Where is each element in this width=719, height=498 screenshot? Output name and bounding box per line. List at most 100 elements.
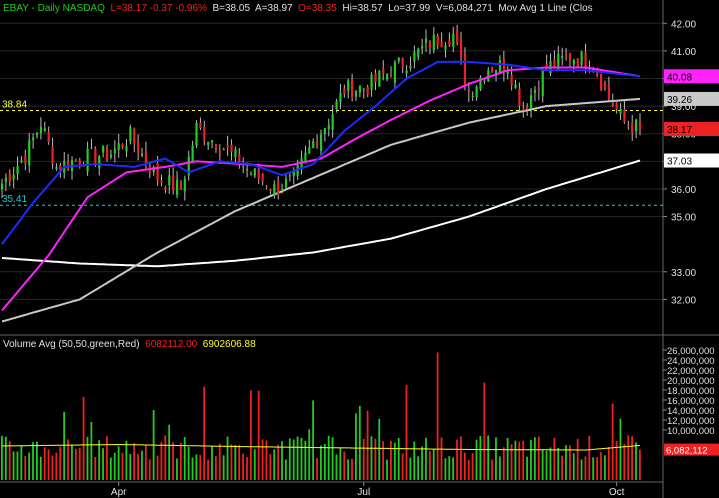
candle-up bbox=[405, 70, 408, 74]
volume-bar-down bbox=[440, 437, 443, 480]
volume-bar-down bbox=[246, 457, 248, 480]
candle-down bbox=[518, 88, 521, 106]
volume-bar-up bbox=[421, 446, 423, 480]
candle-up bbox=[323, 128, 326, 134]
volume-bar-up bbox=[253, 449, 256, 480]
candle-down bbox=[389, 75, 393, 78]
date-axis: Apr Jul Oct bbox=[111, 482, 625, 498]
volume-bar-up bbox=[86, 436, 89, 480]
candle-down bbox=[351, 79, 354, 99]
candle-down bbox=[160, 180, 163, 183]
price-tick-label: 42.00 bbox=[671, 19, 696, 30]
candle-up bbox=[475, 86, 478, 98]
candle-down bbox=[599, 73, 603, 89]
price-tick-label: 33.00 bbox=[671, 268, 696, 279]
candle-up bbox=[541, 69, 544, 97]
volume-bar-up bbox=[526, 456, 528, 480]
volume-tick-label: 14,000,000 bbox=[667, 406, 715, 417]
volume-bar-up bbox=[12, 451, 15, 480]
volume-bar-up bbox=[20, 445, 23, 480]
candle-up bbox=[175, 179, 179, 195]
volume-bar-down bbox=[576, 438, 579, 480]
volume-bar-up bbox=[32, 442, 34, 480]
candle-up bbox=[113, 148, 116, 154]
candle-up bbox=[280, 190, 284, 192]
candle-up bbox=[207, 141, 210, 146]
volume-bar-down bbox=[230, 444, 233, 480]
candle-up bbox=[452, 33, 455, 47]
volume-tick-label: 10,000,000 bbox=[667, 426, 715, 437]
volume-bar-down bbox=[382, 441, 385, 480]
candle-up bbox=[483, 80, 486, 82]
volume-bar-up bbox=[168, 424, 171, 480]
volume-bar-down bbox=[463, 452, 466, 480]
candle-up bbox=[102, 145, 105, 153]
volume-bar-down bbox=[106, 436, 108, 480]
ask-value: A=38.97 bbox=[255, 3, 293, 14]
volume-bar-down bbox=[483, 382, 486, 480]
volume-bar-up bbox=[448, 456, 451, 480]
volume-bar-up bbox=[125, 440, 128, 480]
volume-bar-down bbox=[179, 443, 182, 480]
volume-bar-up bbox=[425, 437, 427, 480]
volume-bar-down bbox=[588, 435, 591, 480]
volume-bar-up bbox=[117, 446, 120, 480]
volume-bar-up bbox=[39, 456, 42, 480]
candle-up bbox=[195, 123, 198, 146]
candle-down bbox=[631, 122, 634, 134]
candle-down bbox=[105, 148, 109, 160]
volume-bar-up bbox=[479, 435, 482, 480]
volume-bar-up bbox=[191, 457, 194, 480]
volume-bar-up bbox=[320, 445, 322, 480]
volume-bar-up bbox=[284, 459, 287, 480]
volume-bar-down bbox=[600, 452, 602, 480]
volume-bar-down bbox=[148, 459, 151, 480]
candle-down bbox=[456, 30, 459, 43]
volume-bar-up bbox=[304, 440, 307, 480]
volume-bar-down bbox=[8, 441, 11, 480]
volume-header: Volume Avg (50,50,green,Red) 6082112.00 … bbox=[3, 339, 256, 350]
volume-bar-up bbox=[222, 455, 225, 480]
volume-bar-down bbox=[639, 449, 641, 480]
volume-bar-down bbox=[257, 390, 260, 480]
candle-down bbox=[510, 75, 513, 86]
volume-value-1: 6082112.00 bbox=[145, 339, 198, 350]
volume-bar-up bbox=[541, 449, 544, 480]
volume-bar-down bbox=[269, 454, 272, 480]
volume-bar-down bbox=[343, 451, 346, 480]
candle-down bbox=[526, 106, 529, 110]
volume-bar-down bbox=[316, 458, 318, 480]
candle-down bbox=[265, 186, 268, 188]
bid-value: B=38.05 bbox=[212, 3, 251, 14]
candle-down bbox=[179, 182, 183, 190]
candle-up bbox=[347, 80, 350, 91]
candle-up bbox=[20, 160, 23, 163]
volume-bar-down bbox=[537, 436, 540, 480]
candle-down bbox=[564, 52, 568, 56]
candle-up bbox=[514, 84, 517, 89]
volume-tick-label: 12,000,000 bbox=[667, 416, 715, 427]
candle-down bbox=[638, 122, 642, 130]
candle-up bbox=[619, 108, 622, 114]
price-tick-label: 36.00 bbox=[671, 185, 696, 196]
volume-bar-down bbox=[218, 443, 221, 480]
candle-up bbox=[32, 137, 35, 141]
volume-bar-up bbox=[288, 438, 291, 480]
volume-bar-down bbox=[631, 436, 634, 480]
candle-down bbox=[436, 36, 439, 47]
candle-up bbox=[304, 152, 307, 162]
volume-bar-down bbox=[43, 447, 46, 480]
volume-bar-down bbox=[78, 447, 81, 480]
volume-bar-up bbox=[545, 450, 548, 480]
volume-bar-up bbox=[90, 422, 93, 480]
candle-down bbox=[428, 41, 432, 48]
candle-up bbox=[393, 62, 397, 83]
volume-bar-up bbox=[417, 456, 420, 480]
volume-bar-down bbox=[137, 454, 139, 480]
candle-down bbox=[269, 189, 272, 192]
candle-up bbox=[12, 174, 15, 180]
candle-up bbox=[335, 101, 338, 110]
volume-bar-up bbox=[444, 458, 447, 480]
candle-down bbox=[74, 159, 78, 161]
candle-up bbox=[432, 34, 435, 51]
